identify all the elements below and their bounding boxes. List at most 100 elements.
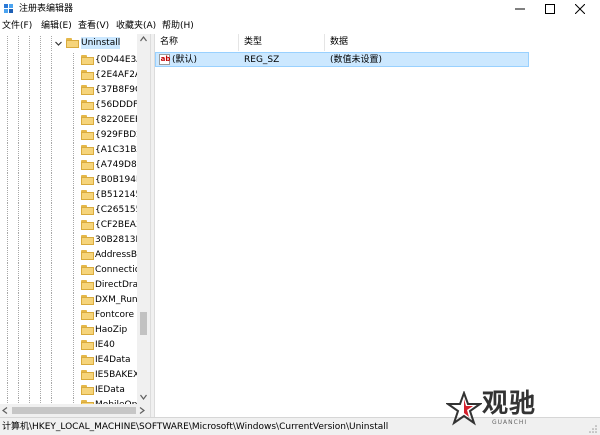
tree-guide-line bbox=[7, 173, 8, 188]
tree-item[interactable]: IE40 bbox=[0, 338, 150, 353]
tree-guide-line bbox=[18, 383, 19, 398]
registry-key-tree[interactable]: Uninstall {0D44E3A4 {2E4AF2A6 {37B8F9C7 {56D… bbox=[0, 34, 150, 404]
tree-item[interactable]: {8220EEFE bbox=[0, 113, 150, 128]
tree-item[interactable]: {CF2BEA3C bbox=[0, 218, 150, 233]
tree-guide-line bbox=[7, 143, 8, 158]
tree-guide-line bbox=[7, 368, 8, 383]
folder-icon bbox=[81, 355, 94, 365]
tree-guide-line bbox=[29, 158, 30, 173]
tree-vertical-scroll-thumb[interactable] bbox=[140, 312, 147, 335]
ab-glyph: ab bbox=[160, 55, 171, 63]
scroll-up-icon[interactable] bbox=[137, 34, 150, 44]
tree-guide-line bbox=[29, 368, 30, 383]
tree-guide-line bbox=[7, 293, 8, 308]
tree-guide-line bbox=[73, 113, 74, 128]
tree-guide-line bbox=[40, 188, 41, 203]
value-row[interactable]: ab (默认) REG_SZ (数值未设置) bbox=[155, 52, 529, 67]
tree-guide-line bbox=[51, 248, 52, 263]
maximize-button[interactable] bbox=[535, 0, 565, 18]
tree-guide-line bbox=[51, 308, 52, 323]
tree-item[interactable]: {B5121457 bbox=[0, 188, 150, 203]
tree-item[interactable]: AddressBo bbox=[0, 248, 150, 263]
value-type: REG_SZ bbox=[244, 55, 280, 65]
tree-guide-line bbox=[29, 263, 30, 278]
registry-value-list[interactable]: 名称 类型 数据 ab (默认) REG_SZ (数值未设置) bbox=[155, 34, 600, 417]
tree-item[interactable]: HaoZip bbox=[0, 323, 150, 338]
folder-icon bbox=[81, 340, 94, 350]
menu-file[interactable]: 文件(F) bbox=[2, 20, 32, 32]
tree-guide-line bbox=[7, 68, 8, 83]
tree-item[interactable]: {37B8F9C7 bbox=[0, 83, 150, 98]
tree-guide-line bbox=[18, 158, 19, 173]
tree-guide-line bbox=[29, 308, 30, 323]
tree-guide-line bbox=[40, 173, 41, 188]
tree-guide-line bbox=[18, 188, 19, 203]
tree-item-label: AddressBo bbox=[95, 250, 143, 260]
tree-guide-line bbox=[73, 263, 74, 278]
tree-guide-line bbox=[18, 278, 19, 293]
menu-bar: 文件(F) 编辑(E) 查看(V) 收藏夹(A) 帮助(H) bbox=[0, 18, 600, 34]
column-header-type[interactable]: 类型 bbox=[239, 34, 325, 51]
close-button[interactable] bbox=[565, 0, 595, 18]
tree-item[interactable]: {A749D8E6 bbox=[0, 158, 150, 173]
tree-guide-line bbox=[51, 218, 52, 233]
tree-guide-line bbox=[40, 368, 41, 383]
tree-guide-line bbox=[51, 188, 52, 203]
tree-item[interactable]: IEData bbox=[0, 383, 150, 398]
tree-item[interactable]: Connection bbox=[0, 263, 150, 278]
tree-guide-line bbox=[73, 278, 74, 293]
tree-guide-line bbox=[73, 233, 74, 248]
chevron-down-icon[interactable] bbox=[54, 39, 63, 48]
tree-item[interactable]: {929FBD26 bbox=[0, 128, 150, 143]
tree-item[interactable]: Fontcore bbox=[0, 308, 150, 323]
tree-item-label: Fontcore bbox=[95, 310, 135, 320]
tree-item[interactable]: DirectDrav bbox=[0, 278, 150, 293]
tree-guide-line bbox=[73, 128, 74, 143]
tree-item[interactable]: IE4Data bbox=[0, 353, 150, 368]
tree-item-uninstall[interactable]: Uninstall bbox=[0, 36, 150, 51]
scroll-left-icon[interactable] bbox=[0, 404, 10, 417]
tree-guide-line bbox=[29, 36, 30, 51]
scroll-down-icon[interactable] bbox=[137, 392, 150, 402]
tree-guide-line bbox=[73, 383, 74, 398]
folder-icon bbox=[81, 325, 94, 335]
value-name: (默认) bbox=[172, 55, 198, 65]
tree-guide-line bbox=[51, 173, 52, 188]
tree-guide-line bbox=[18, 248, 19, 263]
tree-item[interactable]: {A1C31BA5 bbox=[0, 143, 150, 158]
tree-guide-line bbox=[7, 338, 8, 353]
tree-horizontal-scroll-thumb[interactable] bbox=[12, 407, 136, 414]
tree-guide-line bbox=[51, 36, 52, 51]
tree-item[interactable]: {2E4AF2A6 bbox=[0, 68, 150, 83]
tree-guide-line bbox=[29, 353, 30, 368]
column-header-name[interactable]: 名称 bbox=[155, 34, 239, 51]
tree-item[interactable]: {0D44E3A4 bbox=[0, 53, 150, 68]
column-header-data[interactable]: 数据 bbox=[325, 34, 525, 51]
tree-guide-line bbox=[51, 53, 52, 68]
value-data: (数值未设置) bbox=[330, 55, 383, 65]
tree-item[interactable]: {C2651553 bbox=[0, 203, 150, 218]
tree-item[interactable]: 30B2813B bbox=[0, 233, 150, 248]
folder-icon bbox=[81, 115, 94, 125]
scroll-right-icon[interactable] bbox=[137, 404, 147, 417]
tree-guide-line bbox=[7, 203, 8, 218]
tree-horizontal-scrollbar[interactable] bbox=[0, 404, 150, 417]
tree-item[interactable]: DXM_Runt bbox=[0, 293, 150, 308]
menu-help[interactable]: 帮助(H) bbox=[162, 20, 194, 32]
menu-view[interactable]: 查看(V) bbox=[78, 20, 109, 32]
tree-vertical-scrollbar[interactable] bbox=[137, 34, 150, 404]
resize-grip-icon[interactable] bbox=[588, 424, 598, 434]
menu-favorites[interactable]: 收藏夹(A) bbox=[116, 20, 156, 32]
tree-guide-line bbox=[51, 368, 52, 383]
tree-guide-line bbox=[7, 218, 8, 233]
tree-guide-line bbox=[51, 98, 52, 113]
tree-guide-line bbox=[29, 143, 30, 158]
tree-item[interactable]: {56DDDFB bbox=[0, 98, 150, 113]
tree-item[interactable]: {B0B194F8 bbox=[0, 173, 150, 188]
tree-item[interactable]: IE5BAKEX bbox=[0, 368, 150, 383]
minimize-button[interactable] bbox=[505, 0, 535, 18]
tree-guide-line bbox=[29, 278, 30, 293]
window-title: 注册表编辑器 bbox=[19, 4, 74, 14]
tree-guide-line bbox=[73, 323, 74, 338]
menu-edit[interactable]: 编辑(E) bbox=[41, 20, 72, 32]
